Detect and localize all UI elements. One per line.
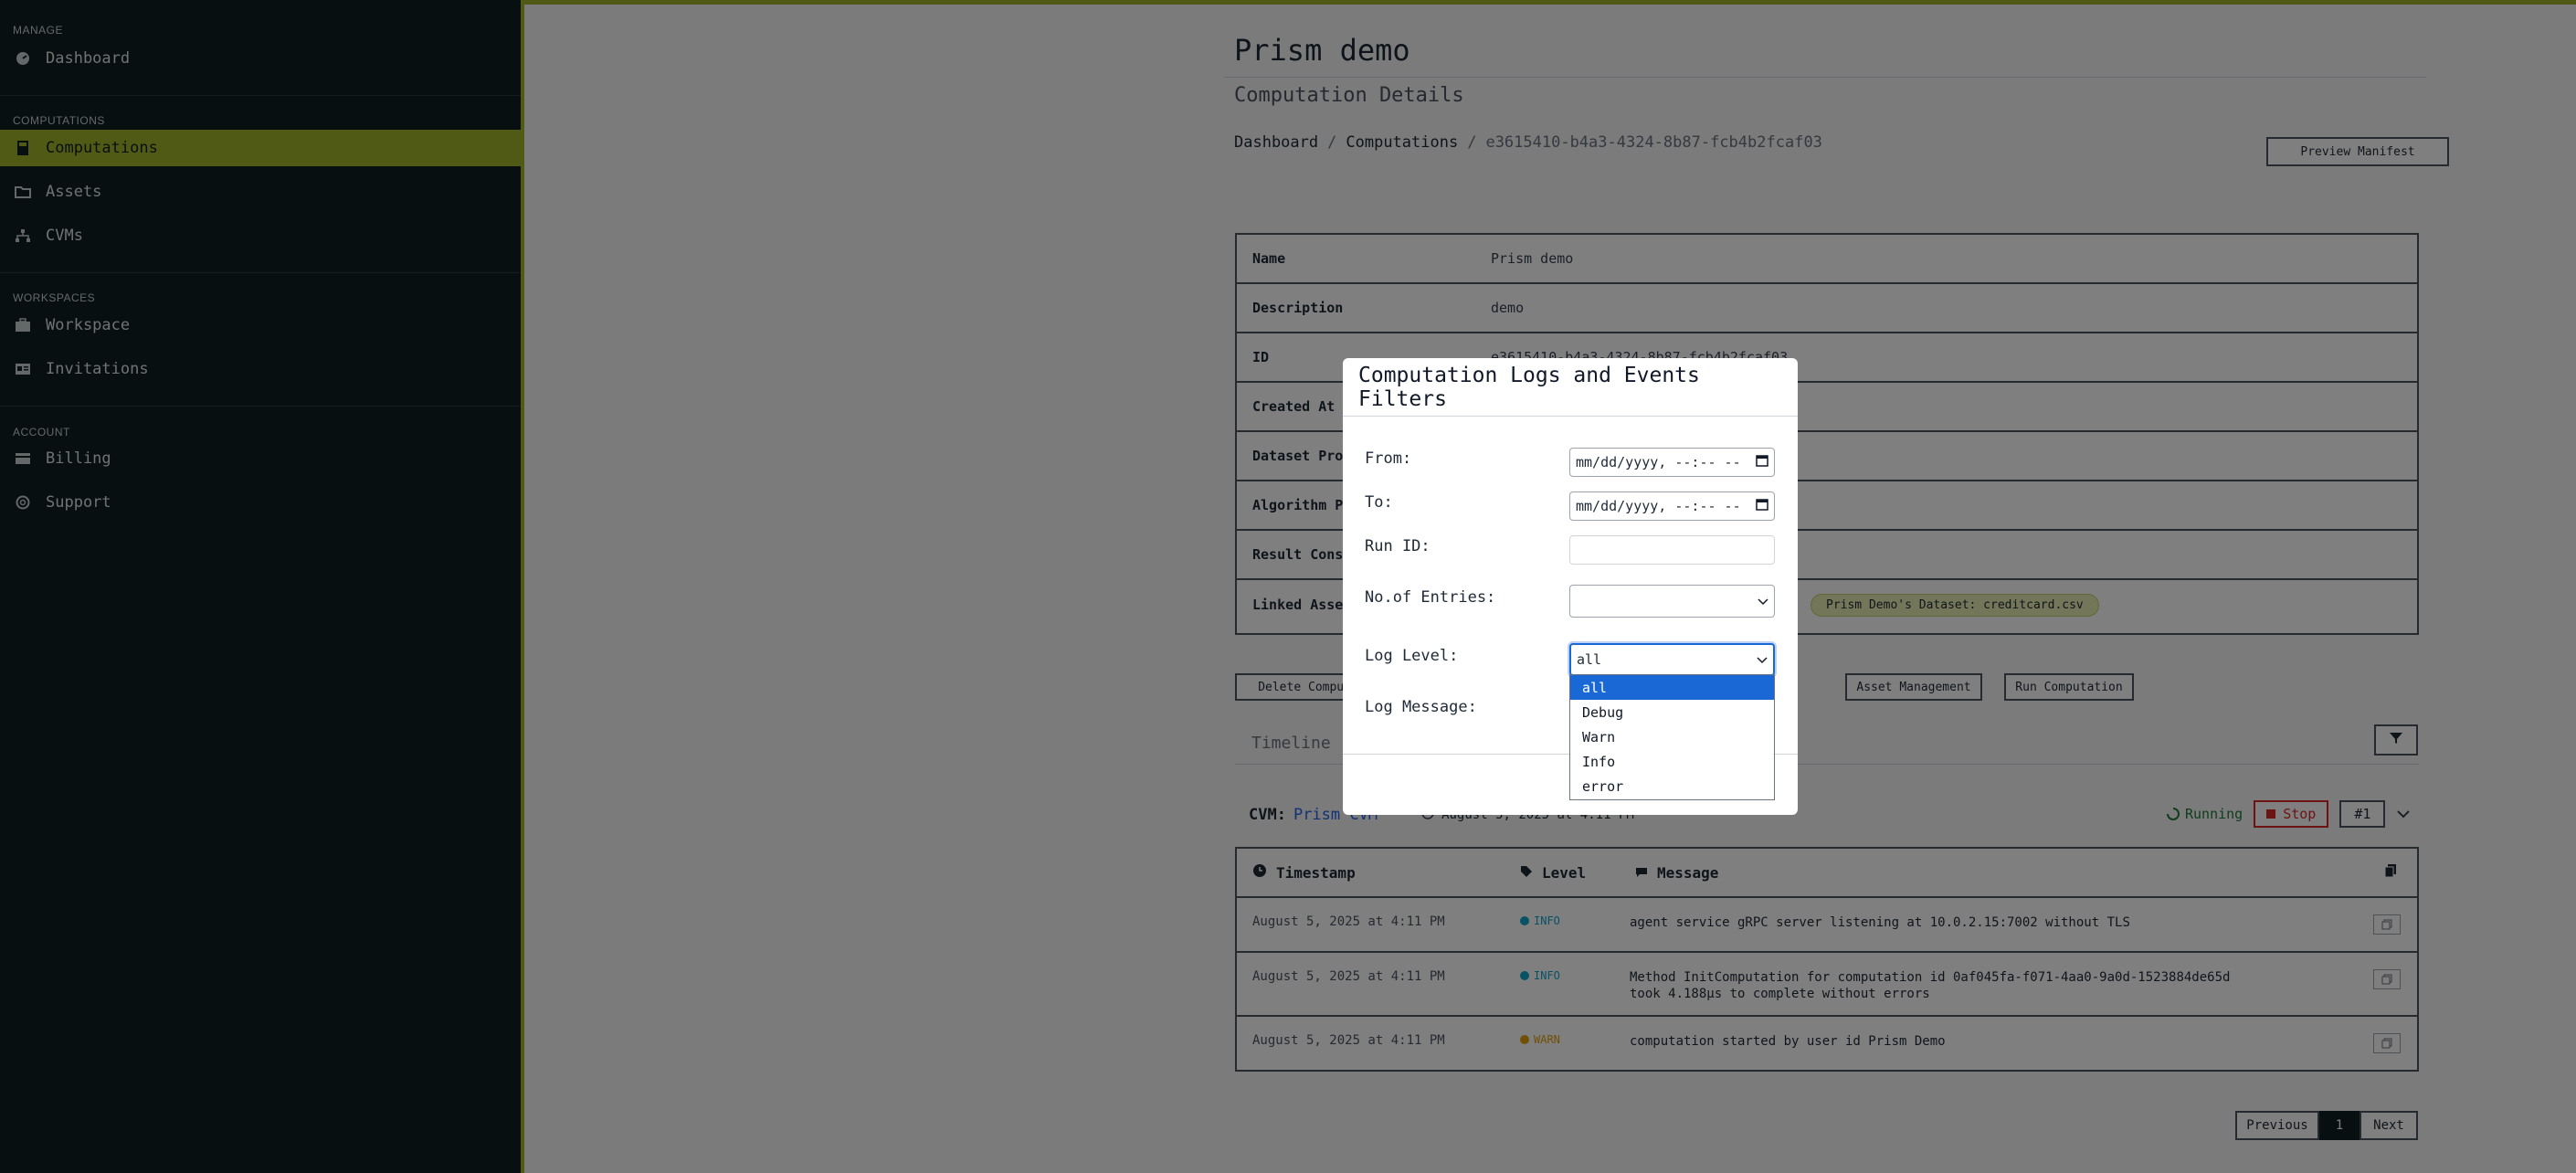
- option-warn[interactable]: Warn: [1570, 724, 1774, 749]
- option-info[interactable]: Info: [1570, 749, 1774, 774]
- option-error[interactable]: error: [1570, 774, 1774, 798]
- to-label: To:: [1365, 493, 1393, 512]
- entries-select[interactable]: [1569, 585, 1775, 618]
- calendar-icon[interactable]: [1756, 498, 1768, 514]
- log-level-options: all Debug Warn Info error: [1569, 674, 1775, 800]
- entries-label: No.of Entries:: [1365, 588, 1496, 607]
- from-label: From:: [1365, 449, 1412, 468]
- log-message-label: Log Message:: [1365, 698, 1477, 716]
- log-level-label: Log Level:: [1365, 647, 1459, 665]
- chevron-down-icon: [1757, 651, 1768, 668]
- option-debug[interactable]: Debug: [1570, 700, 1774, 724]
- modal-backdrop[interactable]: [0, 0, 2576, 1173]
- log-level-value: all: [1577, 651, 1602, 668]
- option-all[interactable]: all: [1570, 675, 1774, 700]
- calendar-icon[interactable]: [1756, 454, 1768, 470]
- log-level-select[interactable]: all: [1569, 643, 1775, 676]
- from-datetime-value: mm/dd/yyyy, --:-- --: [1576, 454, 1741, 470]
- run-id-label: Run ID:: [1365, 537, 1431, 555]
- chevron-down-icon: [1758, 593, 1768, 609]
- run-id-input[interactable]: [1569, 535, 1775, 565]
- to-datetime-input[interactable]: mm/dd/yyyy, --:-- --: [1569, 491, 1775, 521]
- modal-title: Computation Logs and Events Filters: [1343, 358, 1798, 417]
- to-datetime-value: mm/dd/yyyy, --:-- --: [1576, 498, 1741, 514]
- from-datetime-input[interactable]: mm/dd/yyyy, --:-- --: [1569, 448, 1775, 477]
